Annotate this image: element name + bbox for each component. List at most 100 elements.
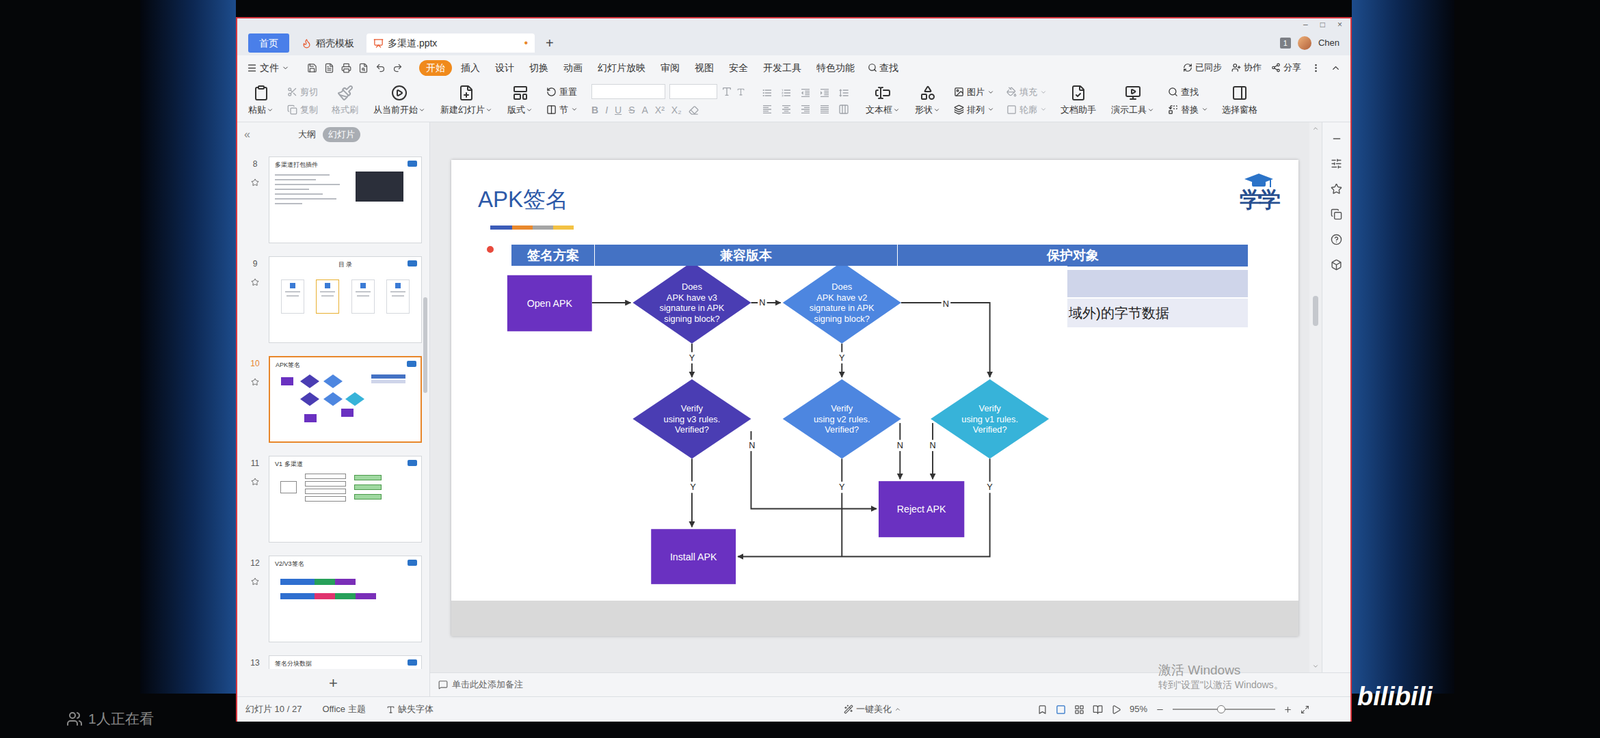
ribbon-button[interactable]: 选择窗格 [1217,84,1262,117]
zoom-slider[interactable] [1172,709,1276,711]
font-name-field[interactable] [591,84,666,100]
quick-access-icon[interactable] [392,62,403,74]
slide-thumbnail-row[interactable]: 11V1 多渠道 [237,456,430,543]
ribbon-button[interactable]: 替换 [1167,103,1209,117]
menu-tab[interactable]: 特色功能 [808,60,863,76]
menu-tab[interactable]: 开始 [419,60,452,76]
zoom-level[interactable]: 95% [1129,702,1148,717]
menu-tab[interactable]: 动画 [555,60,591,76]
menu-action[interactable]: 已同步 [1182,60,1222,75]
grow-font-icon[interactable] [721,86,733,98]
menu-tab[interactable]: 插入 [453,60,488,76]
panel-scrollbar[interactable] [423,297,428,394]
wps-window[interactable]: –□×首页稻壳模板多渠道.pptx•+1Chen文件开始插入设计切换动画幻灯片放… [235,17,1352,723]
ribbon-button[interactable]: 版式 [503,84,537,117]
ribbon-button[interactable]: 图片 [953,85,995,100]
new-tab-button[interactable]: + [540,32,560,54]
file-menu[interactable]: 文件 [246,60,290,76]
ribbon-button[interactable]: 复制 [287,103,318,117]
clear-format-icon[interactable] [688,105,699,116]
window-control[interactable]: × [1337,18,1343,31]
search-menu[interactable]: 查找 [862,60,904,76]
sidebar-tool-icon[interactable] [1330,157,1343,170]
sorter-view-icon[interactable] [1074,704,1085,716]
menu-tab[interactable]: 设计 [487,60,522,76]
quick-access-icon[interactable] [307,62,318,74]
format-button[interactable]: A [641,103,648,118]
panel-tab[interactable]: 大纲 [298,127,316,142]
notes-toggle-icon[interactable] [1037,704,1048,716]
sidebar-tool-icon[interactable] [1330,208,1343,221]
ribbon-button[interactable]: 格式刷 [327,84,363,117]
modified-dot[interactable]: • [523,34,528,52]
slide-thumbnail[interactable]: APK签名 [268,356,422,444]
sidebar-tool-icon[interactable] [1330,259,1343,271]
document-tab[interactable]: 首页 [248,33,290,53]
slide-thumbnail-row[interactable]: 8多渠道打包插件 [237,156,430,244]
format-button[interactable]: I [605,103,608,118]
user-name[interactable]: Chen [1318,36,1340,50]
slide-thumbnail-row[interactable]: 13签名分块数据 [237,655,430,670]
beautify-button[interactable]: 一键美化 [843,702,902,717]
sidebar-handle-icon[interactable] [1331,133,1343,145]
shrink-font-icon[interactable] [736,87,746,97]
ribbon-button[interactable]: 节 [546,103,578,117]
document-tab[interactable]: 稻壳模板 [294,33,362,53]
collapse-ribbon-icon[interactable] [1330,62,1341,74]
menu-tab[interactable]: 开发工具 [755,60,809,76]
ribbon-button[interactable]: 从当前开始 [369,84,430,117]
slide-thumbnail[interactable]: 多渠道打包插件 [268,156,422,244]
sidebar-tool-icon[interactable] [1330,233,1343,246]
ribbon-button[interactable]: 新建幻灯片 [436,84,497,117]
zoom-in-icon[interactable] [1283,705,1293,715]
panel-tab[interactable]: 幻灯片 [322,127,361,143]
collapse-panel-button[interactable]: « [244,126,251,143]
slide[interactable]: APK签名学学签名方案兼容版本保护对象域外)的字节数据Open APKDoesA… [451,160,1299,637]
slide-thumbnail-row[interactable]: 9目 录 [237,256,430,344]
slide-thumbnail[interactable]: 签名分块数据 [268,655,422,670]
document-tab[interactable]: 多渠道.pptx• [366,33,535,53]
quick-access-icon[interactable] [375,62,386,74]
zoom-slider-knob[interactable] [1217,705,1226,714]
menu-tab[interactable]: 幻灯片放映 [590,60,653,76]
format-button[interactable]: X₂ [671,103,682,118]
menu-action[interactable]: 分享 [1271,60,1302,75]
slide-thumbnail[interactable]: V1 多渠道 [268,456,422,543]
quick-access-icon[interactable] [341,62,352,74]
missing-fonts[interactable]: 缺失字体 [386,702,434,717]
sidebar-tool-icon[interactable] [1330,183,1343,195]
more-icon[interactable] [1310,62,1322,74]
window-control[interactable]: – [1303,18,1309,31]
fit-window-icon[interactable] [1300,705,1310,715]
window-control[interactable]: □ [1320,18,1326,31]
selection-handle[interactable] [485,244,496,255]
format-button[interactable]: U [614,103,622,118]
ribbon-button[interactable]: 填充 [1006,85,1047,100]
ribbon-button[interactable]: 轮廓 [1006,103,1047,117]
slide-thumbnail[interactable]: 目 录 [268,256,422,344]
window-count-badge[interactable]: 1 [1280,37,1291,49]
flowchart-image[interactable]: Open APKDoesAPK have v3signature in APKs… [490,265,1068,602]
slideshow-icon[interactable] [1111,704,1122,716]
slide-thumbnail-row[interactable]: 12V2/V3签名 [237,555,430,643]
ribbon-button[interactable]: 演示工具 [1107,84,1159,117]
ribbon-button[interactable]: 文本框 [861,84,904,117]
menu-action[interactable]: 协作 [1231,60,1262,75]
add-slide-button[interactable]: + [328,672,338,695]
ribbon-button[interactable]: 形状 [910,84,945,117]
quick-access-icon[interactable] [324,62,335,74]
ribbon-button[interactable]: 排列 [953,103,995,117]
ribbon-button[interactable]: 重置 [546,85,578,100]
reading-view-icon[interactable] [1092,704,1103,716]
ribbon-button[interactable]: 文档助手 [1056,84,1101,117]
menu-tab[interactable]: 视图 [687,60,722,76]
slide-thumbnail-row[interactable]: 10APK签名 [237,356,430,444]
avatar-icon[interactable] [1297,36,1312,50]
ribbon-button[interactable]: 查找 [1167,85,1209,100]
canvas-scrollbar[interactable] [1309,122,1322,673]
scrollbar-thumb[interactable] [1312,296,1319,327]
menu-tab[interactable]: 切换 [521,60,556,76]
ribbon-button[interactable]: 剪切 [287,85,318,100]
format-button[interactable]: B [591,103,599,118]
normal-view-icon[interactable] [1055,704,1066,716]
